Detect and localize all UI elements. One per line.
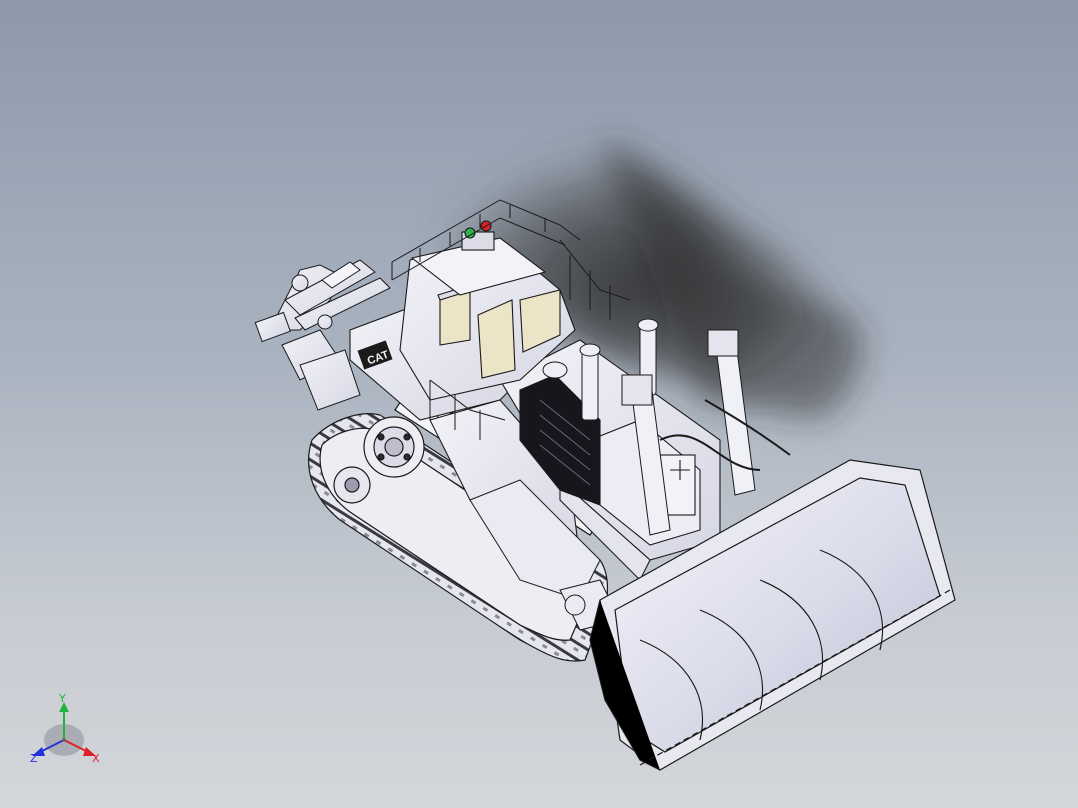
- coordinate-triad: Y X Z: [30, 694, 100, 765]
- triad-y-label: Y: [58, 694, 66, 705]
- cad-viewport[interactable]: CAT Y X Z: [0, 0, 1078, 808]
- bulldozer-model[interactable]: CAT: [0, 0, 1078, 808]
- triad-z-label: Z: [30, 752, 38, 765]
- triad-x-label: X: [92, 752, 100, 765]
